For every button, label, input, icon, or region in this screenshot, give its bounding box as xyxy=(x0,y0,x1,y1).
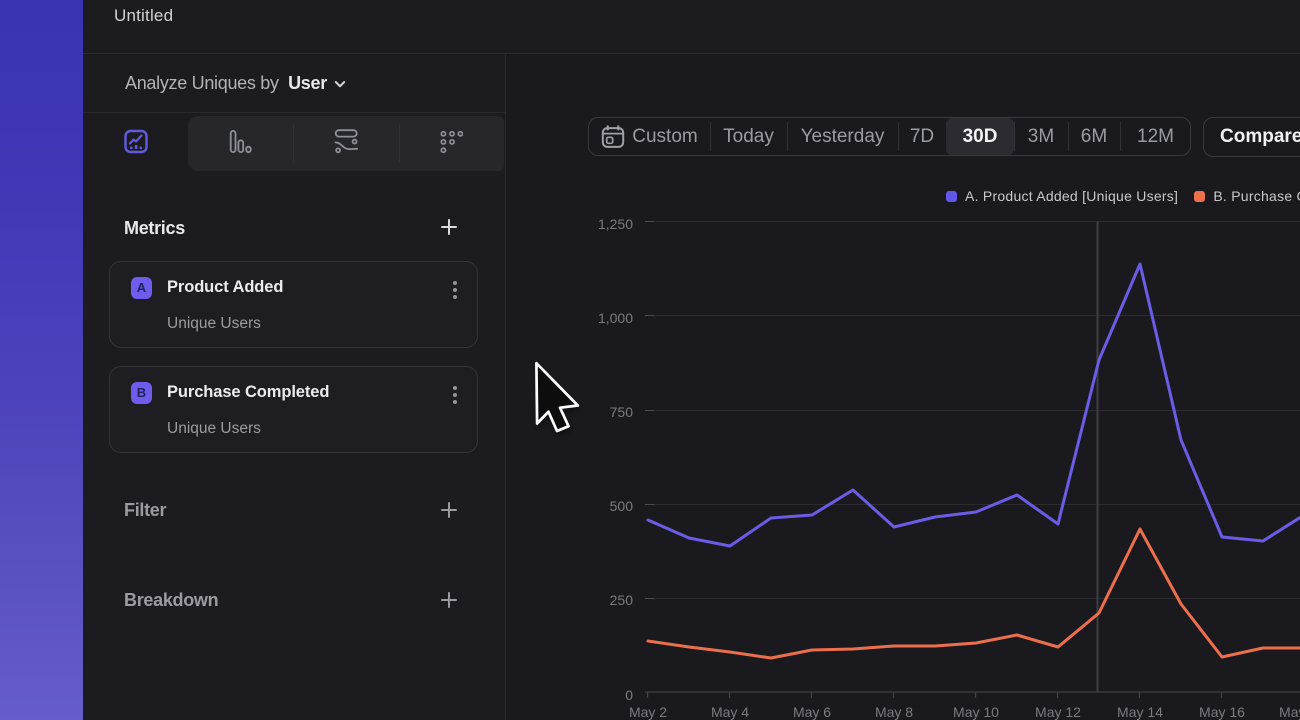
svg-text:May 16: May 16 xyxy=(1199,704,1245,720)
svg-text:May 4: May 4 xyxy=(711,704,749,720)
svg-text:May 18: May 18 xyxy=(1279,704,1300,720)
svg-text:1,000: 1,000 xyxy=(598,310,633,326)
svg-text:750: 750 xyxy=(610,404,634,420)
svg-text:May 12: May 12 xyxy=(1035,704,1081,720)
svg-text:250: 250 xyxy=(610,592,634,608)
svg-text:May 2: May 2 xyxy=(629,704,667,720)
svg-text:500: 500 xyxy=(610,498,634,514)
svg-text:May 6: May 6 xyxy=(793,704,831,720)
svg-text:May 10: May 10 xyxy=(953,704,999,720)
svg-text:0: 0 xyxy=(625,687,633,703)
svg-text:May 14: May 14 xyxy=(1117,704,1163,720)
svg-text:1,250: 1,250 xyxy=(598,216,633,232)
svg-text:May 8: May 8 xyxy=(875,704,913,720)
